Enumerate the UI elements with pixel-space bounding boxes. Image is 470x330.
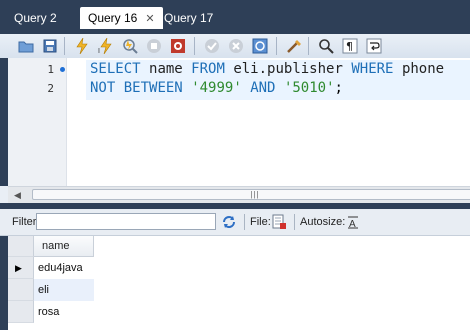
toolbar-separator xyxy=(194,37,195,55)
sql-editor-toolbar: I ¶ xyxy=(0,34,470,59)
autosize-columns-icon[interactable]: A xyxy=(344,213,362,231)
toggle-continue-on-error-icon[interactable] xyxy=(168,36,188,56)
file-label: File: xyxy=(250,216,271,228)
refresh-icon[interactable] xyxy=(220,213,238,231)
table-cell[interactable]: eli xyxy=(34,279,94,301)
grid-corner xyxy=(8,236,34,257)
current-row-indicator-icon: ▶ xyxy=(15,263,22,273)
line-number-gutter xyxy=(8,58,66,186)
toggle-invisible-chars-icon[interactable]: ¶ xyxy=(340,36,360,56)
gutter-divider xyxy=(66,58,67,186)
execute-current-icon[interactable]: I xyxy=(96,36,116,56)
row-header[interactable] xyxy=(8,279,34,301)
line-number: 1 xyxy=(47,63,54,76)
toolbar-separator xyxy=(244,214,245,230)
window-edge xyxy=(0,58,8,186)
filter-input[interactable] xyxy=(36,213,216,230)
tab-query-16[interactable]: Query 16 ✕ xyxy=(80,7,163,29)
tab-label: Query 16 xyxy=(88,11,138,25)
sql-editor[interactable]: 1 2 SELECT name FROM eli.publisher WHERE… xyxy=(0,58,470,186)
beautify-icon[interactable] xyxy=(284,36,304,56)
svg-text:I: I xyxy=(98,48,100,54)
tab-label: Query 17 xyxy=(164,11,214,25)
explain-icon[interactable] xyxy=(120,36,140,56)
column-header-name[interactable]: name xyxy=(34,236,94,257)
close-tab-icon[interactable]: ✕ xyxy=(145,13,154,25)
result-grid: name ▶ edu4java eli rosa xyxy=(0,236,470,330)
autocommit-icon[interactable] xyxy=(250,36,270,56)
row-header[interactable] xyxy=(8,301,34,323)
stop-icon[interactable] xyxy=(144,36,164,56)
editor-horizontal-scrollbar[interactable]: ◀ ||| xyxy=(8,186,470,203)
code-line-text: SELECT name FROM eli.publisher WHERE pho… xyxy=(90,61,445,77)
results-toolbar: Filter: File: Autosize: A xyxy=(0,209,470,236)
line-number: 2 xyxy=(47,82,54,95)
execute-icon[interactable] xyxy=(72,36,92,56)
rollback-icon[interactable] xyxy=(226,36,246,56)
scrollbar-thumb[interactable]: ||| xyxy=(32,189,470,200)
autosize-label: Autosize: xyxy=(300,216,346,228)
tab-label: Query 2 xyxy=(14,11,57,25)
code-line-text: NOT BETWEEN '4999' AND '5010'; xyxy=(90,80,343,96)
save-icon[interactable] xyxy=(40,36,60,56)
table-cell[interactable]: edu4java xyxy=(34,257,94,279)
query-tab-bar: Query 2 Query 16 ✕ Query 17 xyxy=(0,0,470,34)
window-edge xyxy=(0,236,8,330)
open-folder-icon[interactable] xyxy=(16,36,36,56)
code-line-1[interactable]: SELECT name FROM eli.publisher WHERE pho… xyxy=(90,61,444,77)
commit-icon[interactable] xyxy=(202,36,222,56)
wrap-lines-icon[interactable] xyxy=(364,36,384,56)
svg-text:¶: ¶ xyxy=(346,40,353,53)
table-cell[interactable]: rosa xyxy=(34,301,94,323)
toolbar-separator xyxy=(64,37,65,55)
export-file-icon[interactable] xyxy=(270,213,288,231)
scroll-left-arrow-icon[interactable]: ◀ xyxy=(14,190,21,201)
toolbar-separator xyxy=(276,37,277,55)
code-line-2[interactable]: NOT BETWEEN '4999' AND '5010'; xyxy=(90,80,343,96)
toolbar-separator xyxy=(308,37,309,55)
grip-icon: ||| xyxy=(250,190,260,199)
tab-query-2[interactable]: Query 2 xyxy=(6,7,65,29)
statement-marker-icon xyxy=(60,67,65,72)
find-icon[interactable] xyxy=(316,36,336,56)
tab-query-17[interactable]: Query 17 xyxy=(156,7,221,29)
toolbar-separator xyxy=(294,214,295,230)
